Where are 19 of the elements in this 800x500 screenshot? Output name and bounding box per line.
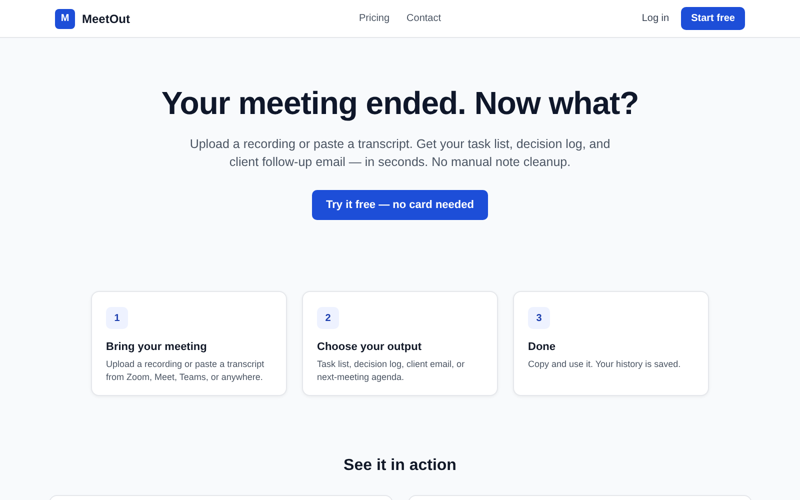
step-description: Upload a recording or paste a transcript from Zoom, Meet, Teams, or anywhere. <box>106 358 266 384</box>
step-title: Choose your output <box>317 341 422 353</box>
brand-name[interactable]: MeetOut <box>82 12 130 26</box>
step-number: 2 <box>317 307 339 329</box>
section-title: See it in action <box>342 457 458 475</box>
step-description: Copy and use it. Your history is saved. <box>528 358 682 371</box>
nav-link[interactable]: Pricing <box>358 13 390 24</box>
logo-icon[interactable]: M <box>55 8 75 28</box>
nav-link[interactable]: Contact <box>406 13 442 24</box>
step-title: Done <box>528 341 556 353</box>
hero-subtitle: Upload a recording or paste a transcript. Get your task list, decision log, and client follow-up email — in seconds. No manual note cleanup. <box>188 136 612 171</box>
step-number: 1 <box>106 307 128 329</box>
step-number: 3 <box>528 307 550 329</box>
step-title: Bring your meeting <box>106 341 208 353</box>
start-free-button[interactable]: Start free <box>681 7 745 30</box>
login-link[interactable]: Log in <box>642 13 670 24</box>
hero-title: Your meeting ended. Now what? <box>161 85 639 122</box>
step-description: Task list, decision log, client email, or next-meeting agenda. <box>317 358 466 384</box>
try-free-button[interactable]: Try it free — no card needed <box>312 190 488 220</box>
